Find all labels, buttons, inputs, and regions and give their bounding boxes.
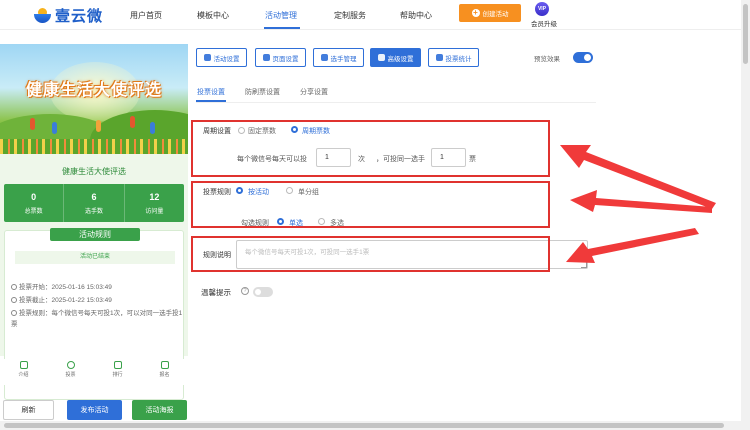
preview-bottom-tabs: 介绍 投票 排行 报名	[0, 359, 188, 385]
cycle-periodic-radio[interactable]	[291, 126, 298, 133]
banner-title: 健康生活大使评选	[25, 82, 162, 99]
horizontal-scrollbar[interactable]	[0, 421, 741, 430]
cycle-fixed-radio[interactable]	[238, 127, 245, 134]
vertical-scrollbar[interactable]	[741, 0, 750, 430]
nav-home[interactable]: 用户首页	[130, 10, 162, 21]
sliders-icon	[377, 54, 385, 61]
plus-icon: +	[471, 8, 480, 17]
create-activity-label: 创建活动	[482, 11, 509, 18]
select-multi-radio[interactable]	[318, 218, 325, 225]
subtab-divider	[196, 102, 596, 103]
tab-intro[interactable]: 介绍	[0, 359, 47, 385]
refresh-button[interactable]: 刷新	[3, 400, 54, 420]
publish-button[interactable]: 发布活动	[67, 400, 122, 420]
vote-stats-button[interactable]: 投票统计	[428, 48, 479, 67]
nav-active-indicator	[264, 27, 300, 29]
event-name: 健康生活大使评选	[62, 167, 126, 176]
select-multi-label[interactable]: 多选	[330, 218, 344, 228]
nav-help-center[interactable]: 帮助中心	[400, 10, 432, 21]
select-single-label[interactable]: 单选	[289, 218, 303, 228]
brand-name: 壹云微	[55, 8, 104, 25]
resize-grip-icon[interactable]	[581, 262, 587, 268]
create-activity-button[interactable]: + 创建活动	[459, 4, 521, 22]
vote-rule-label: 投票规则	[203, 189, 231, 196]
vip-upgrade-link[interactable]: 会员升级	[531, 18, 557, 28]
top-nav: 壹云微 用户首页 模板中心 活动管理 定制服务 帮助中心 + 创建活动 VIP …	[0, 0, 750, 30]
clock-icon	[11, 284, 17, 290]
vote-end-info: 投票截止：2025-01-22 15:03:49	[11, 295, 183, 306]
tab-signup[interactable]: 报名	[141, 359, 188, 385]
rule-icon	[11, 310, 17, 316]
same-player-unit: 票	[469, 156, 476, 163]
warm-tip-toggle[interactable]	[253, 287, 273, 297]
per-day-label: 每个微信号每天可以投	[237, 156, 307, 163]
preview-effect-label: 预览效果	[534, 56, 560, 63]
subtab-active-indicator	[196, 100, 226, 102]
brand-logo[interactable]: 壹云微	[32, 5, 103, 26]
rule-single-group-radio[interactable]	[286, 187, 293, 194]
users-icon	[320, 54, 328, 61]
tab-vote[interactable]: 投票	[47, 359, 94, 385]
signup-icon	[160, 361, 169, 369]
vote-rule-info: 投票规则：每个微信号每天可投1次，可以对同一选手投1票	[11, 310, 183, 328]
stat-visits: 12 访问量	[145, 192, 164, 215]
desc-highlight-box	[191, 236, 550, 272]
preview-effect-toggle[interactable]	[573, 52, 593, 63]
scroll-thumb[interactable]	[743, 4, 748, 64]
intro-icon	[19, 361, 28, 369]
vote-start-info: 投票开始：2025-01-16 15:03:49	[11, 282, 183, 293]
same-player-input[interactable]: 1	[431, 148, 466, 167]
arrow-2	[570, 190, 712, 213]
rule-description-label: 规则说明	[203, 252, 231, 259]
clock-icon	[11, 297, 17, 303]
nav-templates[interactable]: 模板中心	[197, 10, 229, 21]
advanced-settings-button[interactable]: 高级设置	[370, 48, 421, 67]
help-icon[interactable]: ?	[241, 287, 249, 295]
page-settings-button[interactable]: 页面设置	[255, 48, 306, 67]
chart-icon	[435, 54, 443, 61]
ranking-icon	[113, 361, 122, 369]
rule-single-group-label[interactable]: 单分组	[298, 187, 319, 197]
per-day-unit: 次	[358, 156, 365, 163]
vip-icon[interactable]: VIP	[535, 2, 549, 16]
stats-bar: 0 总票数 6 选手数 12 访问量	[4, 184, 184, 222]
subtab-share-settings[interactable]: 分享设置	[300, 87, 328, 97]
rules-title: 活动规则	[50, 228, 140, 241]
subtab-vote-settings[interactable]: 投票设置	[197, 87, 225, 97]
player-manage-button[interactable]: 选手管理	[313, 48, 364, 67]
cycle-periodic-label[interactable]: 周期票数	[302, 126, 330, 136]
tab-ranking[interactable]: 排行	[94, 359, 141, 385]
per-day-input[interactable]: 1	[316, 148, 351, 167]
warm-tip-label: 温馨提示	[201, 288, 231, 297]
nav-custom-service[interactable]: 定制服务	[334, 10, 366, 21]
activity-settings-button[interactable]: 活动设置	[196, 48, 247, 67]
page-icon	[262, 54, 270, 61]
subtab-anti-fraud[interactable]: 防刷票设置	[245, 87, 280, 97]
select-rule-label: 勾选规则	[241, 220, 269, 227]
nav-activity-manage[interactable]: 活动管理	[265, 10, 297, 21]
cycle-label: 周期设置	[203, 128, 231, 135]
stat-players: 6 选手数	[64, 184, 125, 222]
banner-image: 健康生活大使评选	[0, 44, 188, 154]
arrow-1	[560, 145, 716, 209]
rule-by-activity-label[interactable]: 按活动	[248, 187, 269, 197]
rule-by-activity-radio[interactable]	[236, 187, 243, 194]
mobile-preview: 健康生活大使评选 健康生活大使评选 0 总票数 6 选手数 12 访问量 活动规…	[0, 44, 188, 400]
hscroll-thumb[interactable]	[4, 423, 724, 428]
stat-total-votes: 0 总票数	[4, 184, 65, 222]
same-player-label: ，可投同一选手	[376, 156, 425, 163]
cycle-fixed-label[interactable]: 固定票数	[248, 126, 276, 136]
poster-button[interactable]: 活动海报	[132, 400, 187, 420]
settings-icon	[203, 54, 211, 61]
select-single-radio[interactable]	[277, 218, 284, 225]
logo-icon	[32, 7, 52, 24]
activity-ended-badge: 活动已结束	[15, 251, 175, 264]
vote-icon	[66, 361, 75, 369]
